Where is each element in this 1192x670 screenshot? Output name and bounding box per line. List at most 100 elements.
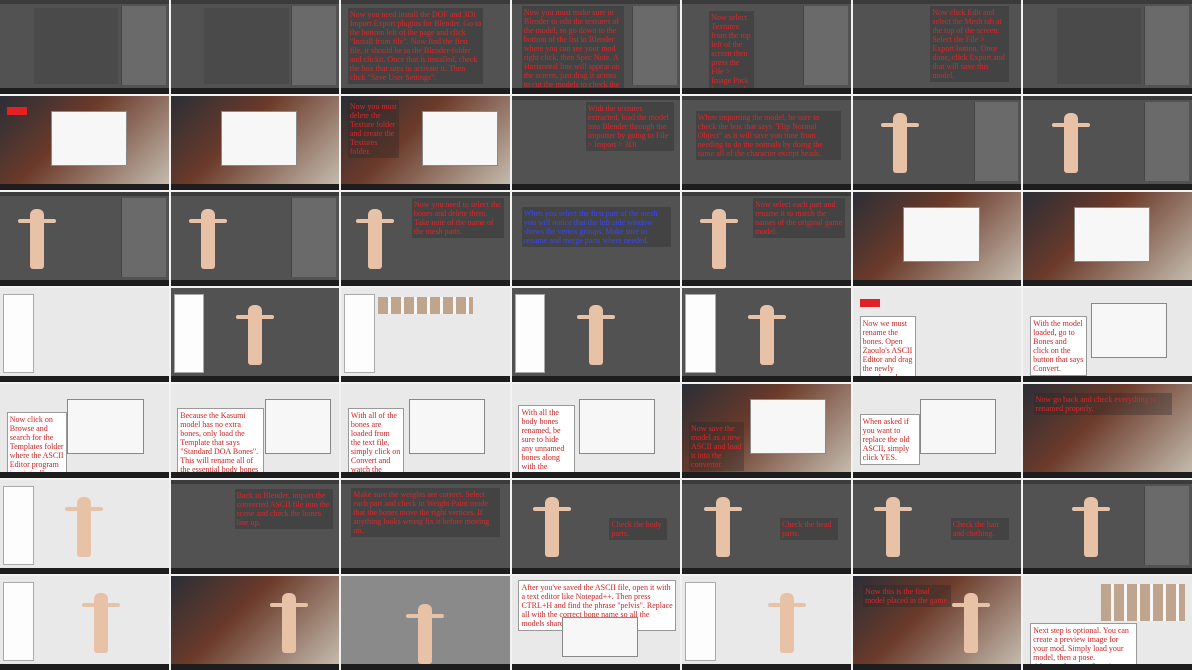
windows-taskbar xyxy=(1023,376,1192,382)
step-r6c4: Check the body parts. xyxy=(511,480,681,574)
windows-taskbar xyxy=(1023,280,1192,286)
step-r5c3: With all of the bones are loaded from th… xyxy=(341,384,510,478)
step-r5c7: Now go back and check everything is rena… xyxy=(1023,384,1192,478)
model-figure xyxy=(355,208,394,269)
ascii-editor-window xyxy=(1073,207,1151,262)
step-r6c3: Make sure the weights are correct. Selec… xyxy=(341,480,510,574)
windows-taskbar xyxy=(170,664,340,670)
browse-dialog xyxy=(67,399,144,454)
file-tree-panel xyxy=(514,294,546,373)
blender-properties-panel xyxy=(973,102,1019,181)
step-r3c3: Now you need to select the bones and del… xyxy=(341,192,510,286)
step-caption: Now we must rename the bones. Open Zaoul… xyxy=(859,316,917,382)
step-r1c4: Now you must make sure in Blender to edi… xyxy=(511,0,681,94)
windows-taskbar xyxy=(511,568,681,574)
step-caption: Now you must delete the Texture folder a… xyxy=(347,99,400,158)
step-r2c3: Now you must delete the Texture folder a… xyxy=(341,96,510,190)
windows-taskbar xyxy=(682,184,851,190)
red-arrow-icon xyxy=(6,107,27,116)
blender-topbar xyxy=(341,480,510,484)
windows-taskbar xyxy=(511,664,681,670)
step-caption: With all the body bones renamed, be sure… xyxy=(518,404,575,478)
step-caption: Now you need to select the bones and del… xyxy=(411,197,504,238)
step-caption: Now you need install the DOF and 3Di Imp… xyxy=(347,7,484,84)
step-caption: With all of the bones are loaded from th… xyxy=(347,408,405,478)
model-figure xyxy=(576,304,615,365)
texture-folder-window xyxy=(422,111,499,166)
model-figure xyxy=(747,304,786,365)
step-caption: Now click Edit and select the Mesh tab a… xyxy=(930,5,1009,82)
step-r3c6 xyxy=(852,192,1022,286)
windows-taskbar xyxy=(511,472,681,478)
step-r6c6: Check the hair and clothing. xyxy=(852,480,1022,574)
blender-properties-panel xyxy=(1144,486,1189,565)
model-figure xyxy=(406,604,445,665)
file-tree-panel xyxy=(3,486,34,565)
blender-topbar xyxy=(1023,0,1192,4)
windows-taskbar xyxy=(170,376,340,382)
step-caption: Now click on Browse and search for the T… xyxy=(6,412,67,478)
file-tree-panel xyxy=(344,294,375,373)
blender-properties-panel xyxy=(120,198,166,277)
bone-list-window xyxy=(579,399,656,454)
windows-taskbar xyxy=(1023,664,1192,670)
template-dialog xyxy=(264,399,331,454)
blender-properties-panel xyxy=(120,6,166,85)
step-r3c5: Now select each part and rename it to ma… xyxy=(682,192,851,286)
blender-properties-panel xyxy=(291,6,337,85)
step-r7c2 xyxy=(170,576,340,670)
blender-topbar xyxy=(682,192,851,196)
step-r3c4: When you select the first part of the me… xyxy=(511,192,681,286)
model-figure xyxy=(881,112,920,173)
explorer-window xyxy=(50,111,127,166)
model-figure xyxy=(269,592,308,653)
step-caption: Because the Kasumi model has no extra bo… xyxy=(177,408,265,478)
blender-topbar xyxy=(511,480,681,484)
blender-topbar xyxy=(852,480,1022,484)
step-caption: Next step is optional. You can create a … xyxy=(1030,623,1138,670)
blender-viewport xyxy=(33,8,118,84)
step-caption: Check the head parts. xyxy=(780,517,838,540)
step-r5c5: Now save the model as a new ASCII and lo… xyxy=(682,384,851,478)
blender-topbar xyxy=(682,480,851,484)
model-figure xyxy=(1071,496,1110,557)
step-r1c1 xyxy=(0,0,169,94)
windows-taskbar xyxy=(852,376,1022,382)
texture-thumbnails xyxy=(1100,583,1186,622)
model-figure xyxy=(951,592,990,653)
blender-topbar xyxy=(852,0,1022,4)
find-replace-dialog xyxy=(562,617,639,657)
save-dialog xyxy=(749,399,826,454)
step-caption: Now you must make sure in Blender to edi… xyxy=(521,5,624,94)
windows-taskbar xyxy=(341,472,510,478)
step-caption: With the textures extracted, load the mo… xyxy=(585,101,675,151)
model-figure xyxy=(874,496,913,557)
windows-taskbar xyxy=(511,184,681,190)
blender-properties-panel xyxy=(1144,102,1189,181)
step-r4c1 xyxy=(0,288,169,382)
step-caption: Back in Blender, import the converted AS… xyxy=(234,489,333,530)
step-r7c5 xyxy=(682,576,851,670)
model-figure xyxy=(65,496,104,557)
step-caption: When asked if you want to replace the ol… xyxy=(859,414,920,466)
ascii-editor-window xyxy=(1090,303,1167,358)
explorer-window xyxy=(221,111,298,166)
model-figure xyxy=(700,208,739,269)
step-caption: Now save the model as a new ASCII and lo… xyxy=(689,421,744,471)
windows-taskbar xyxy=(0,88,169,94)
step-r3c7 xyxy=(1023,192,1192,286)
step-caption: Now go back and check everything is rena… xyxy=(1033,393,1173,416)
blender-topbar xyxy=(1023,480,1192,484)
windows-taskbar xyxy=(0,568,169,574)
model-figure xyxy=(703,496,742,557)
windows-taskbar xyxy=(0,376,169,382)
blender-topbar xyxy=(341,192,510,196)
blender-topbar xyxy=(682,96,851,100)
windows-taskbar xyxy=(341,184,510,190)
blender-topbar xyxy=(341,0,510,4)
step-r6c7 xyxy=(1023,480,1192,574)
windows-taskbar xyxy=(341,664,510,670)
file-tree-panel xyxy=(173,294,205,373)
step-caption: When importing the model, be sure to che… xyxy=(695,111,842,161)
step-r4c6: Now we must rename the bones. Open Zaoul… xyxy=(852,288,1022,382)
